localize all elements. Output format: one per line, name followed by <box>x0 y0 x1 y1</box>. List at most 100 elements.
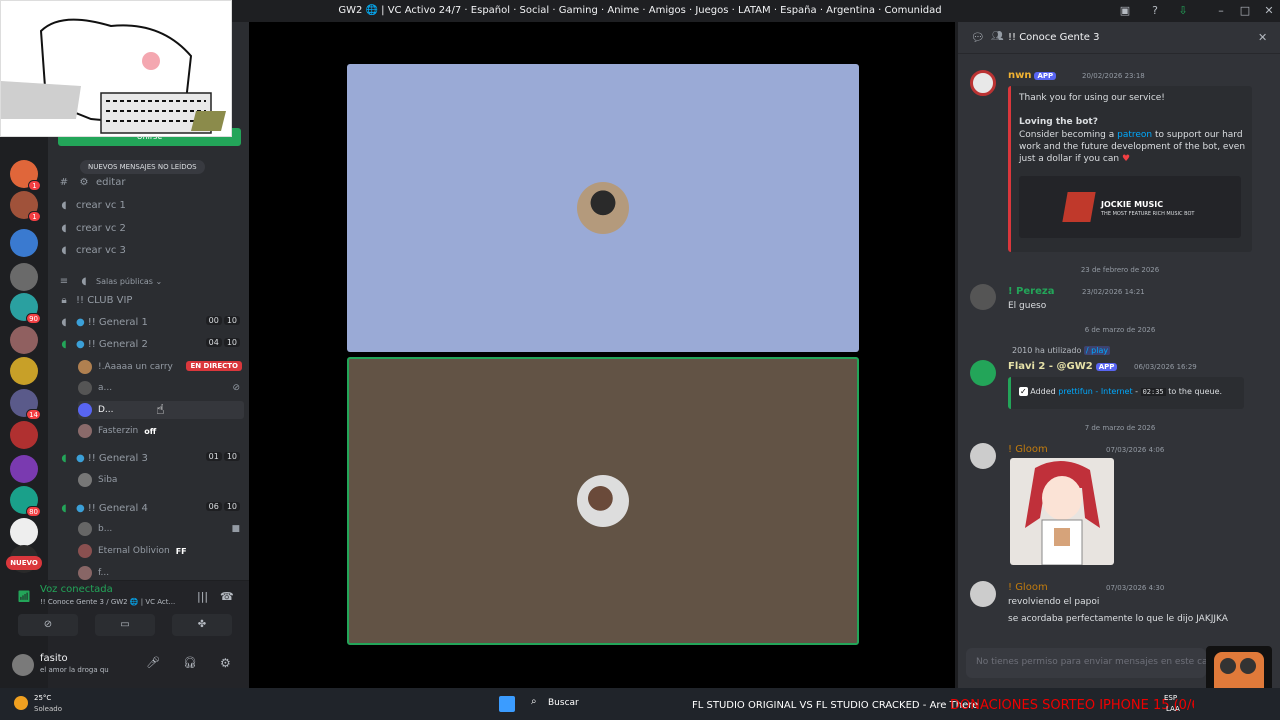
speaker-icon: ◖ <box>61 502 67 514</box>
globe-icon: ● <box>76 502 85 514</box>
headphones-icon[interactable]: 🎧︎ <box>183 656 197 669</box>
track-link[interactable]: prettifun - Internet <box>1058 387 1132 396</box>
message-author[interactable]: ! Gloom <box>1008 444 1048 455</box>
avatar[interactable] <box>970 284 996 310</box>
voice-user-name: Eternal Oblivion <box>98 546 170 556</box>
server-icon[interactable]: 80 <box>10 486 41 517</box>
user-count: 00 <box>205 316 222 325</box>
server-icon[interactable] <box>10 326 38 354</box>
check-icon: ✓ <box>1019 387 1028 396</box>
avatar <box>78 381 92 395</box>
avatar[interactable] <box>970 443 996 469</box>
channel-crear-vc-3[interactable]: ◖ crear vc 3 <box>56 240 242 260</box>
speaker-icon: ◖ <box>61 244 67 256</box>
weather-icon <box>14 696 28 710</box>
message-image[interactable] <box>1010 458 1114 565</box>
channel-general-4[interactable]: ◖ ●!! General 4 06 10 <box>56 498 242 518</box>
inbox-icon[interactable]: ▣ <box>1118 4 1132 18</box>
channel-general-2[interactable]: ◖ ●!! General 2 04 10 <box>56 334 242 354</box>
server-icon[interactable]: 1 <box>10 160 41 191</box>
language-indicator[interactable]: ESP <box>1164 694 1177 702</box>
voice-user[interactable]: Siba <box>78 471 244 489</box>
channel-crear-vc-1[interactable]: ◖ crear vc 1 <box>56 195 242 215</box>
message-author[interactable]: Flavi 2 - @GW2 APP <box>1008 361 1118 372</box>
disconnect-icon[interactable]: ☎︎ <box>220 590 234 603</box>
message-author[interactable]: ! Pereza <box>1008 286 1054 297</box>
server-icon[interactable] <box>10 357 38 385</box>
reply-line[interactable]: 2010 ha utilizado / play <box>1012 346 1111 355</box>
promo-text: DONACIONES SORTEO IPHONE 15 (0/6) <box>950 698 1194 713</box>
server-icon[interactable] <box>10 518 38 546</box>
voice-user-name: b... <box>98 524 113 534</box>
close-window-icon[interactable]: ✕ <box>1262 4 1276 18</box>
server-icon[interactable]: 90 <box>10 293 41 324</box>
message-author[interactable]: nwn APP <box>1008 70 1057 81</box>
chat-input[interactable]: No tienes permiso para enviar mensajes e… <box>966 648 1206 678</box>
help-icon[interactable]: ? <box>1148 4 1162 18</box>
voice-status[interactable]: Voz conectada <box>40 584 113 595</box>
avatar[interactable] <box>970 360 996 386</box>
speaker-icon: ◖ <box>61 222 67 234</box>
taskbar-search[interactable]: Buscar <box>548 698 579 708</box>
bot-embed: Thank you for using our service! Loving … <box>1008 86 1252 252</box>
user-name[interactable]: fasito <box>40 653 68 664</box>
channel-crear-vc-2[interactable]: ◖ crear vc 2 <box>56 218 242 238</box>
message-author[interactable]: ! Gloom <box>1008 582 1048 593</box>
app-tag: APP <box>1034 72 1057 80</box>
maximize-icon[interactable]: □ <box>1238 4 1252 18</box>
patreon-link[interactable]: patreon <box>1117 130 1152 140</box>
embed-text: Thank you for using our service! <box>1019 93 1165 103</box>
windows-start-icon[interactable] <box>499 696 515 712</box>
weather-temp[interactable]: 25°C <box>34 694 51 702</box>
server-icon[interactable] <box>10 263 38 291</box>
menu-icon: ≡ <box>59 275 69 287</box>
command-name[interactable]: / play <box>1083 346 1111 355</box>
voice-user[interactable]: Eternal Oblivion FF <box>78 542 244 560</box>
search-icon[interactable]: ⌕ <box>531 696 537 707</box>
server-icon[interactable] <box>10 229 38 257</box>
microphone-icon[interactable]: 🎤︎ <box>146 656 160 669</box>
message-text: El gueso <box>1008 301 1047 311</box>
banner-title: JOCKIE MUSIC <box>1101 200 1164 209</box>
server-icon[interactable] <box>10 421 38 449</box>
channel-club-vip[interactable]: 🔒︎ !! CLUB VIP <box>56 290 242 310</box>
camera-off-button[interactable]: ⊘ <box>18 614 78 636</box>
server-icon[interactable]: 14 <box>10 389 41 420</box>
channel-general-1[interactable]: ◖ ●!! General 1 00 10 <box>56 312 242 332</box>
edit-channel[interactable]: # ⚙ editar <box>56 172 242 192</box>
embed-banner: JOCKIE MUSIC THE MOST FEATURE RICH MUSIC… <box>1019 176 1241 238</box>
activities-button[interactable]: ✤ <box>172 614 232 636</box>
voice-user[interactable]: b... ■ <box>78 520 244 538</box>
voice-user[interactable]: !.Aaaaa un carry EN DIRECTO <box>78 358 244 376</box>
mention-badge: 1 <box>28 180 41 191</box>
server-icon[interactable]: 1 <box>10 191 41 222</box>
chat-title: !! Conoce Gente 3 <box>1008 32 1100 43</box>
avatar[interactable] <box>970 70 996 96</box>
voice-user-name: Fasterzin <box>98 426 139 436</box>
date-divider: 23 de febrero de 2026 <box>1080 266 1160 274</box>
user-avatar[interactable] <box>12 654 34 676</box>
channel-general-3[interactable]: ◖ ●!! General 3 01 10 <box>56 448 242 468</box>
soundwave-icon[interactable]: ||| <box>197 590 208 603</box>
jockie-logo <box>1062 192 1096 222</box>
language-sub: LAA <box>1166 705 1180 713</box>
download-icon[interactable]: ⇩ <box>1176 4 1190 18</box>
category-salas-publicas[interactable]: ≡ ◖ Salas públicas ⌄ <box>56 271 242 291</box>
voice-channel-name[interactable]: !! Conoce Gente 3 / GW2 🌐 | VC Act... <box>40 598 175 606</box>
avatar <box>78 544 92 558</box>
voice-user[interactable]: a... ⊘ <box>78 379 244 397</box>
chevron-down-icon: ⌄ <box>152 276 163 286</box>
signal-icon: 📶︎ <box>17 590 31 603</box>
minimize-icon[interactable]: – <box>1214 4 1228 18</box>
video-tile-1[interactable] <box>347 64 859 352</box>
screen-share-button[interactable]: ▭ <box>95 614 155 636</box>
new-messages-pill[interactable]: NUEVOS MENSAJES NO LEÍDOS <box>80 160 205 174</box>
new-servers-badge[interactable]: NUEVO <box>6 556 42 570</box>
close-icon[interactable]: ✕ <box>1258 31 1267 44</box>
server-icon[interactable] <box>10 455 38 483</box>
avatar[interactable] <box>970 581 996 607</box>
voice-user-name: Siba <box>98 475 118 485</box>
voice-user[interactable]: Fasterzin off <box>78 422 244 440</box>
settings-gear-icon[interactable]: ⚙ <box>220 656 231 670</box>
video-tile-2[interactable] <box>347 357 859 645</box>
